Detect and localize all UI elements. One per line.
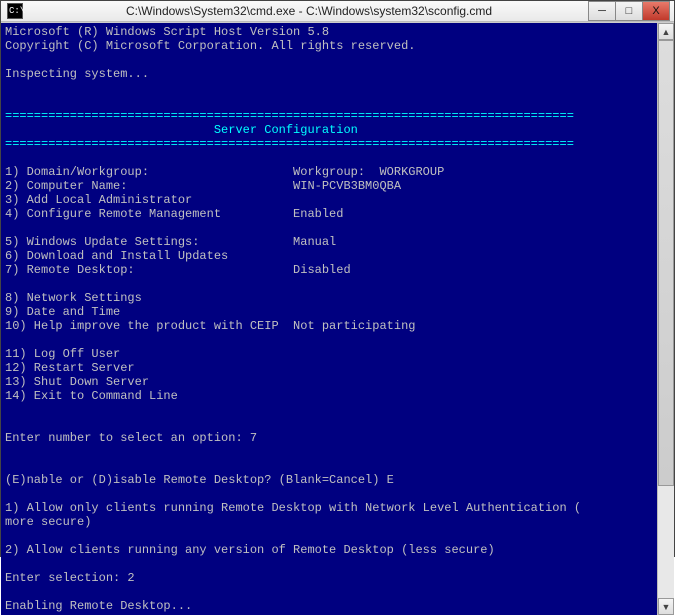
menu-option-5: 5) Windows Update Settings: Manual: [5, 235, 336, 249]
window-title: C:\Windows\System32\cmd.exe - C:\Windows…: [29, 4, 589, 18]
close-button[interactable]: X: [642, 1, 670, 21]
script-host-line: Microsoft (R) Windows Script Host Versio…: [5, 25, 329, 39]
minimize-button[interactable]: ─: [588, 1, 616, 21]
copyright-line: Copyright (C) Microsoft Corporation. All…: [5, 39, 415, 53]
maximize-button[interactable]: □: [615, 1, 643, 21]
cmd-window: C:\ C:\Windows\System32\cmd.exe - C:\Win…: [0, 0, 675, 557]
prompt-enable-disable: (E)nable or (D)isable Remote Desktop? (B…: [5, 473, 394, 487]
menu-option-6: 6) Download and Install Updates: [5, 249, 228, 263]
menu-option-9: 9) Date and Time: [5, 305, 120, 319]
menu-option-7: 7) Remote Desktop: Disabled: [5, 263, 351, 277]
terminal-output[interactable]: Microsoft (R) Windows Script Host Versio…: [1, 23, 657, 615]
rdp-choice-1-b: more secure): [5, 515, 91, 529]
window-controls: ─ □ X: [589, 1, 670, 21]
prompt-enter-selection: Enter selection: 2: [5, 571, 135, 585]
titlebar[interactable]: C:\ C:\Windows\System32\cmd.exe - C:\Win…: [1, 1, 674, 22]
divider-bottom: ========================================…: [5, 137, 574, 151]
cmd-icon: C:\: [7, 3, 23, 19]
prompt-select-option: Enter number to select an option: 7: [5, 431, 257, 445]
menu-option-8: 8) Network Settings: [5, 291, 142, 305]
menu-option-10: 10) Help improve the product with CEIP N…: [5, 319, 415, 333]
scroll-thumb[interactable]: [658, 40, 674, 486]
menu-option-3: 3) Add Local Administrator: [5, 193, 192, 207]
menu-option-14: 14) Exit to Command Line: [5, 389, 178, 403]
status-enabling: Enabling Remote Desktop...: [5, 599, 192, 613]
scroll-track[interactable]: [658, 40, 674, 598]
rdp-choice-1-a: 1) Allow only clients running Remote Des…: [5, 501, 581, 515]
vertical-scrollbar[interactable]: ▲ ▼: [657, 23, 674, 615]
menu-option-2: 2) Computer Name: WIN-PCVB3BM0QBA: [5, 179, 401, 193]
scroll-up-button[interactable]: ▲: [658, 23, 674, 40]
menu-option-1: 1) Domain/Workgroup: Workgroup: WORKGROU…: [5, 165, 444, 179]
rdp-choice-2: 2) Allow clients running any version of …: [5, 543, 495, 557]
menu-option-11: 11) Log Off User: [5, 347, 120, 361]
inspecting-line: Inspecting system...: [5, 67, 149, 81]
client-area: Microsoft (R) Windows Script Host Versio…: [1, 22, 674, 615]
menu-option-4: 4) Configure Remote Management Enabled: [5, 207, 343, 221]
menu-option-12: 12) Restart Server: [5, 361, 135, 375]
divider-top: ========================================…: [5, 109, 574, 123]
menu-option-13: 13) Shut Down Server: [5, 375, 149, 389]
config-header: Server Configuration: [5, 123, 358, 137]
scroll-down-button[interactable]: ▼: [658, 598, 674, 615]
